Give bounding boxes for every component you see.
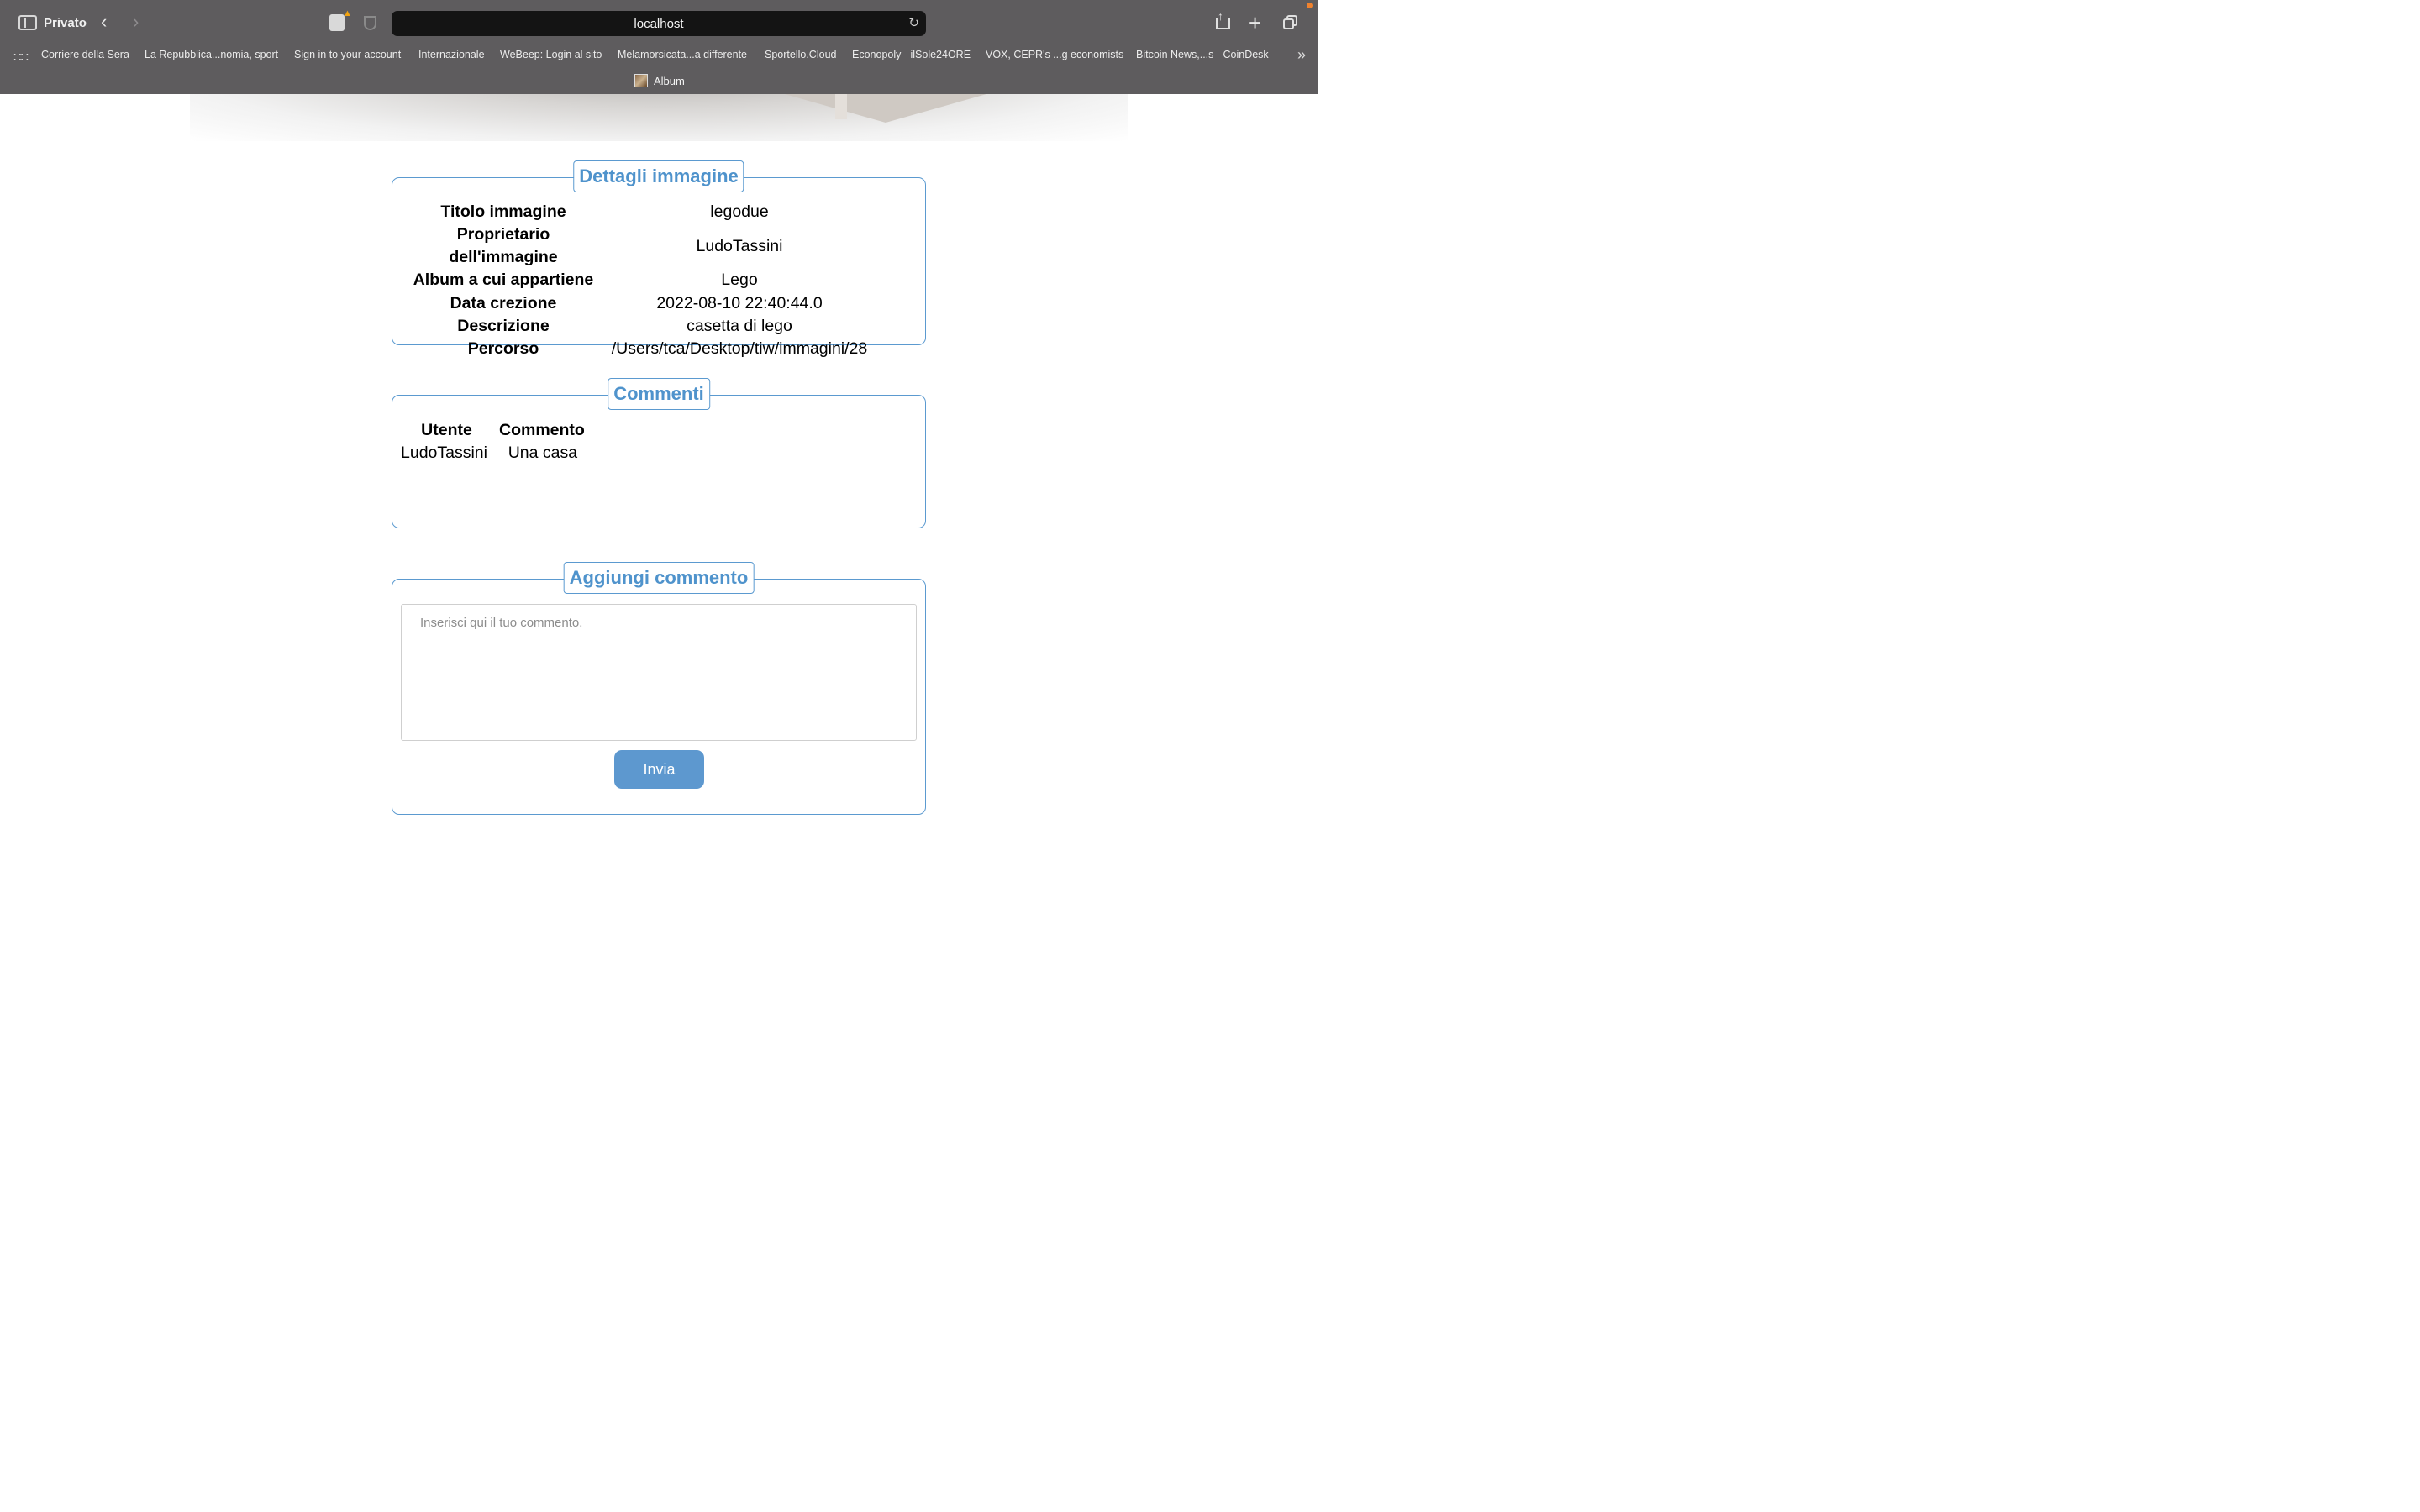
notification-dot xyxy=(1307,3,1313,8)
detail-value: casetta di lego xyxy=(687,317,792,336)
detail-value: 2022-08-10 22:40:44.0 xyxy=(656,293,823,312)
bookmarks-bar: ∷∷ Corriere della Sera La Repubblica...n… xyxy=(0,46,1318,66)
bookmark-econopoly[interactable]: Econopoly - ilSole24ORE xyxy=(852,49,971,60)
warning-icon: ▲ xyxy=(343,8,352,18)
add-comment-panel: Aggiungi commento Invia xyxy=(392,562,926,815)
detail-label: Descrizione xyxy=(457,317,550,336)
detail-label: Data crezione xyxy=(450,293,557,312)
bookmark-webeep[interactable]: WeBeep: Login al sito xyxy=(500,49,602,60)
detail-value: legodue xyxy=(710,202,769,222)
comments-header-row: Utente Commento xyxy=(399,419,587,442)
sidebar-toggle-icon[interactable] xyxy=(18,15,37,30)
tab-album[interactable]: Album xyxy=(634,74,685,87)
comment-textarea[interactable] xyxy=(401,604,917,741)
bookmark-coindesk[interactable]: Bitcoin News,...s - CoinDesk xyxy=(1136,49,1269,60)
comments-legend: Commenti xyxy=(608,378,710,410)
bookmark-vox[interactable]: VOX, CEPR's ...g economists xyxy=(986,49,1123,60)
comment-text: Una casa xyxy=(508,444,578,462)
details-row: Data crezione 2022-08-10 22:40:44.0 xyxy=(399,292,871,315)
tab-title: Album xyxy=(654,74,685,87)
details-legend: Dettagli immagine xyxy=(573,160,744,192)
detail-label: Percorso xyxy=(467,339,539,359)
details-row: Titolo immagine legodue xyxy=(399,201,871,223)
details-row: Proprietario dell'immagine LudoTassini xyxy=(399,223,871,269)
private-mode-label: Privato xyxy=(44,16,87,30)
more-bookmarks-icon[interactable]: » xyxy=(1297,46,1306,64)
bookmark-sign-in[interactable]: Sign in to your account xyxy=(294,49,401,60)
album-favicon xyxy=(634,74,648,87)
back-icon[interactable]: ‹ xyxy=(101,12,107,32)
comments-table: Utente Commento LudoTassini Una casa xyxy=(399,419,587,465)
bookmark-melamorsicata[interactable]: Melamorsicata...a differente xyxy=(618,49,747,60)
bookmark-internazionale[interactable]: Internazionale xyxy=(418,49,485,60)
bookmark-sportello[interactable]: Sportello.Cloud xyxy=(765,49,836,60)
bookmark-corriere[interactable]: Corriere della Sera xyxy=(41,49,129,60)
comment-column-header: Commento xyxy=(498,421,585,439)
detail-label: Proprietario dell'immagine xyxy=(449,225,558,267)
comments-panel: Commenti Utente Commento LudoTassini Una… xyxy=(392,378,926,528)
detail-value: /Users/tca/Desktop/tiw/immagini/28 xyxy=(611,339,868,359)
image-preview xyxy=(190,94,1128,141)
details-table: Titolo immagine legodue Proprietario del… xyxy=(399,201,871,360)
extension-icon[interactable]: ▲ xyxy=(329,8,352,31)
user-column-header: Utente xyxy=(421,421,472,439)
address-text: localhost xyxy=(634,16,684,31)
tab-overview-icon[interactable] xyxy=(1283,15,1298,30)
detail-label: Titolo immagine xyxy=(440,202,566,222)
detail-value: Lego xyxy=(721,270,758,290)
browser-toolbar: Privato ‹ › ▲ localhost ↻ ↑ + xyxy=(0,0,1318,47)
details-row: Descrizione casetta di lego xyxy=(399,315,871,338)
details-panel: Dettagli immagine Titolo immagine legodu… xyxy=(392,160,926,358)
details-row: Album a cui appartiene Lego xyxy=(399,269,871,291)
apps-grid-icon[interactable]: ∷∷ xyxy=(13,50,29,65)
tab-bar: Album xyxy=(0,71,1318,92)
new-tab-icon[interactable]: + xyxy=(1249,10,1261,36)
browser-chrome: Privato ‹ › ▲ localhost ↻ ↑ + ∷∷ Corrier… xyxy=(0,0,1318,94)
details-row: Percorso /Users/tca/Desktop/tiw/immagini… xyxy=(399,338,871,360)
add-comment-legend: Aggiungi commento xyxy=(563,562,755,594)
address-bar[interactable]: localhost ↻ xyxy=(392,11,926,36)
share-icon[interactable]: ↑ xyxy=(1216,9,1230,29)
reload-icon[interactable]: ↻ xyxy=(908,15,919,30)
send-comment-button[interactable]: Invia xyxy=(614,750,704,789)
privacy-shield-icon[interactable] xyxy=(364,16,376,30)
comment-user: LudoTassini xyxy=(401,444,487,462)
detail-label: Album a cui appartiene xyxy=(413,270,594,290)
forward-icon[interactable]: › xyxy=(133,12,139,32)
table-row: LudoTassini Una casa xyxy=(399,442,587,465)
detail-value: LudoTassini xyxy=(696,236,783,255)
bookmark-repubblica[interactable]: La Repubblica...nomia, sport xyxy=(145,49,278,60)
